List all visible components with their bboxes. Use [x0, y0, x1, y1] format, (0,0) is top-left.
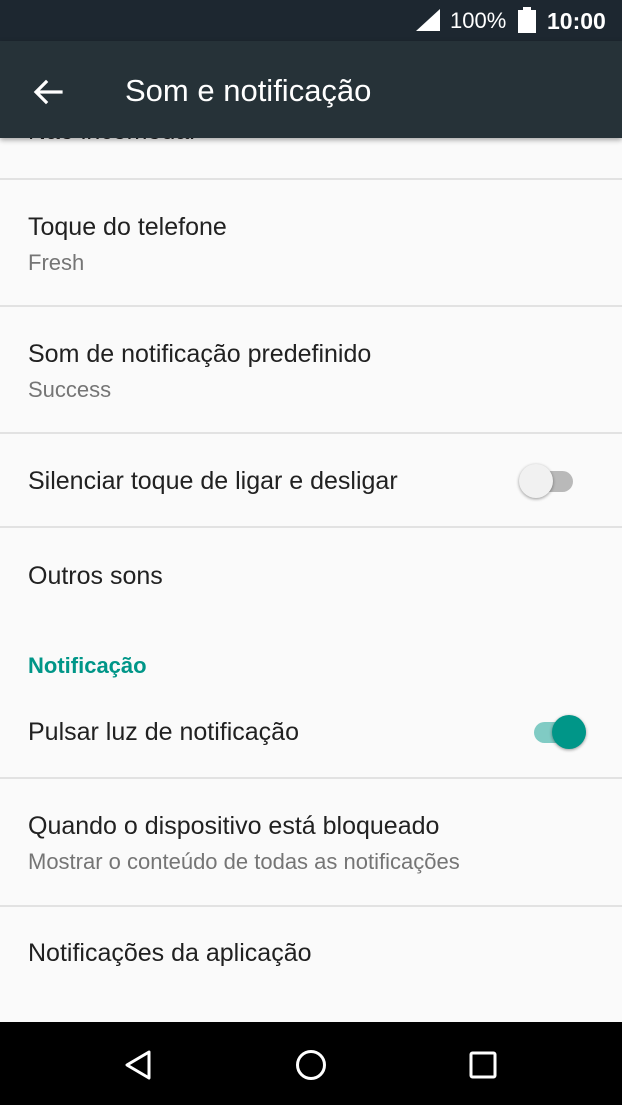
- pulse-light-title: Pulsar luz de notificação: [28, 718, 299, 746]
- mute-power-sound-item[interactable]: Silenciar toque de ligar e desligar: [0, 434, 622, 526]
- do-not-disturb-item[interactable]: Não incomodar: [0, 138, 622, 178]
- locked-device-value: Mostrar o conteúdo de todas as notificaç…: [28, 849, 460, 874]
- app-bar: Som e notificação: [0, 41, 622, 138]
- notification-sound-value: Success: [28, 377, 112, 402]
- pulse-light-item[interactable]: Pulsar luz de notificação: [0, 686, 622, 776]
- clock: 10:00: [547, 8, 606, 34]
- status-bar: 100% 10:00: [0, 0, 622, 41]
- ringtone-item[interactable]: Toque do telefone Fresh: [0, 180, 622, 305]
- battery-icon: [518, 7, 536, 33]
- mute-power-sound-toggle[interactable]: [519, 461, 579, 501]
- home-circle-icon: [296, 1050, 326, 1080]
- settings-list[interactable]: Não incomodar Toque do telefone Fresh So…: [0, 138, 622, 1022]
- recents-square-icon: [469, 1051, 497, 1079]
- battery-percentage: 100%: [450, 8, 507, 33]
- locked-device-title: Quando o dispositivo está bloqueado: [28, 812, 440, 840]
- navigation-bar: [0, 1022, 622, 1105]
- page-title: Som e notificação: [125, 73, 372, 108]
- do-not-disturb-label: Não incomodar: [28, 138, 198, 146]
- toggle-thumb: [519, 464, 553, 498]
- nav-home-button[interactable]: [281, 1038, 341, 1092]
- app-notifications-title: Notificações da aplicação: [28, 939, 312, 967]
- signal-icon: [416, 9, 440, 31]
- ringtone-value: Fresh: [28, 250, 85, 275]
- app-notifications-item[interactable]: Notificações da aplicação: [0, 907, 622, 1022]
- nav-back-button[interactable]: [108, 1038, 168, 1092]
- ringtone-title: Toque do telefone: [28, 213, 227, 241]
- other-sounds-title: Outros sons: [28, 562, 163, 590]
- notification-sound-item[interactable]: Som de notificação predefinido Success: [0, 307, 622, 432]
- other-sounds-item[interactable]: Outros sons: [0, 528, 622, 624]
- mute-power-sound-title: Silenciar toque de ligar e desligar: [28, 467, 398, 495]
- nav-recents-button[interactable]: [453, 1038, 513, 1092]
- toggle-thumb: [552, 715, 586, 749]
- notification-section-header: Notificação: [28, 653, 147, 678]
- notification-sound-title: Som de notificação predefinido: [28, 340, 372, 368]
- arrow-back-icon: [33, 79, 63, 105]
- back-button[interactable]: [20, 65, 76, 117]
- back-triangle-icon: [125, 1050, 151, 1080]
- pulse-light-toggle[interactable]: [532, 712, 592, 752]
- locked-device-item[interactable]: Quando o dispositivo está bloqueado Most…: [0, 779, 622, 905]
